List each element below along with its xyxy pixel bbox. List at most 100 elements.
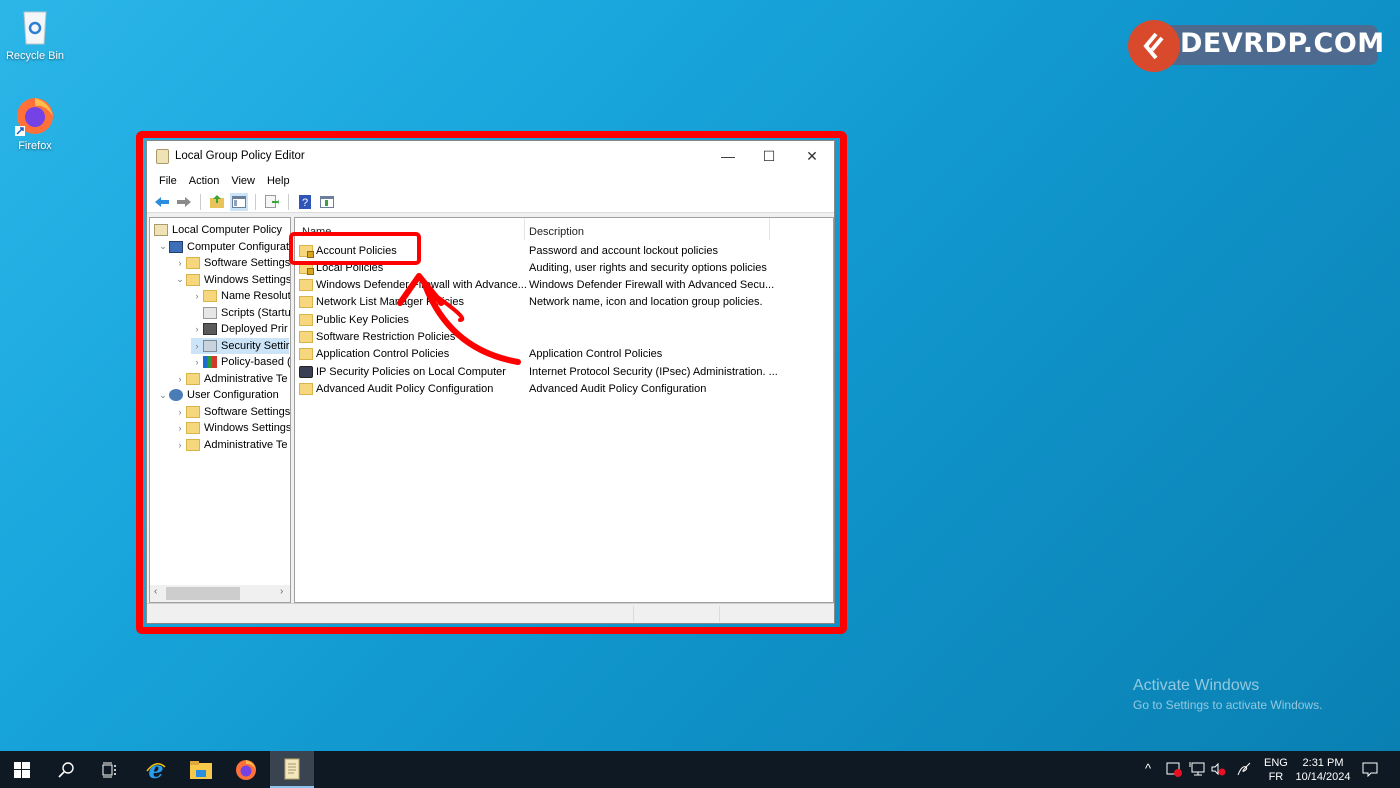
volume-muted-icon (1211, 762, 1226, 776)
up-folder-button[interactable] (208, 193, 226, 211)
expand-chevron-icon[interactable]: › (191, 291, 203, 301)
show-action-pane-button[interactable] (318, 193, 336, 211)
tree-item[interactable]: Scripts (Startu (191, 305, 290, 321)
list-item[interactable]: Network List Manager Policies (299, 294, 464, 311)
up-folder-icon (210, 195, 224, 208)
taskbar-file-explorer[interactable] (179, 751, 223, 788)
item-description: Password and account lockout policies (529, 244, 718, 257)
menu-help[interactable]: Help (261, 175, 296, 187)
forward-button[interactable] (175, 193, 193, 211)
tray-network-icon[interactable] (1189, 761, 1205, 780)
scroll-left-icon[interactable]: ‹ (154, 586, 157, 597)
help-button[interactable]: ? (296, 193, 314, 211)
list-item[interactable]: Windows Defender Firewall with Advance..… (299, 277, 527, 294)
task-view-button[interactable] (88, 751, 132, 788)
list-item[interactable]: IP Security Policies on Local Computer (299, 363, 506, 380)
list-item[interactable]: Software Restriction Policies (299, 329, 455, 346)
collapse-chevron-icon[interactable]: ⌄ (157, 241, 169, 252)
expand-chevron-icon[interactable]: › (174, 374, 186, 384)
clock[interactable]: 2:31 PM 10/14/2024 (1294, 756, 1352, 784)
menu-action[interactable]: Action (183, 175, 226, 187)
list-item[interactable]: Application Control Policies (299, 346, 449, 363)
task-view-icon (102, 762, 116, 777)
expand-chevron-icon[interactable]: › (191, 324, 203, 334)
minimize-icon: — (721, 148, 735, 164)
menu-file[interactable]: File (153, 175, 183, 187)
expand-chevron-icon[interactable]: › (191, 341, 203, 351)
desktop-icon-recycle-bin[interactable]: Recycle Bin (0, 8, 70, 62)
folder-icon (186, 273, 200, 286)
menu-view[interactable]: View (225, 175, 261, 187)
policy-scroll-icon (154, 224, 168, 236)
printer-icon (203, 323, 217, 335)
toolbar: ? (147, 191, 834, 213)
tray-volume-icon[interactable] (1210, 761, 1226, 780)
tree-item[interactable]: › Policy-based ( (191, 354, 290, 370)
show-hide-tree-button[interactable] (230, 192, 248, 211)
tree-item[interactable]: › Administrative Te (174, 371, 288, 387)
tree-item[interactable]: › Administrative Te (174, 437, 288, 453)
expand-chevron-icon[interactable]: › (191, 357, 203, 367)
firefox-icon (236, 759, 256, 780)
defender-alert-icon (1166, 762, 1182, 777)
devrdp-logo-text: DEVRDP.COM (1180, 28, 1385, 59)
tree-item-label: Windows Settings (204, 273, 291, 286)
search-button[interactable] (44, 751, 88, 788)
collapse-chevron-icon[interactable]: ⌄ (157, 390, 169, 401)
tree-horizontal-scrollbar[interactable]: ‹ › (150, 585, 290, 602)
input-language-indicator[interactable]: ENG FR (1264, 756, 1288, 784)
back-button[interactable] (153, 193, 171, 211)
folder-icon (299, 348, 313, 361)
start-button[interactable] (0, 751, 44, 788)
scroll-right-icon[interactable]: › (280, 586, 283, 597)
list-item[interactable]: Advanced Audit Policy Configuration (299, 380, 493, 397)
taskbar-group-policy-editor[interactable] (270, 751, 314, 788)
tree-item[interactable]: ⌄ User Configuration (157, 387, 279, 403)
expand-chevron-icon[interactable]: › (174, 440, 186, 450)
tree-item[interactable]: › Security Settir (191, 337, 290, 354)
expand-chevron-icon[interactable]: › (174, 423, 186, 433)
expand-chevron-icon[interactable]: › (174, 407, 186, 417)
tree-item[interactable]: › Windows Settings (174, 420, 290, 436)
scrollbar-thumb[interactable] (166, 587, 240, 600)
expand-chevron-icon[interactable]: › (174, 258, 186, 268)
close-icon: ✕ (806, 147, 818, 164)
tray-pen-icon[interactable] (1236, 761, 1252, 780)
clock-date: 10/14/2024 (1295, 771, 1351, 783)
column-divider[interactable] (524, 218, 525, 240)
tree-item[interactable]: Local Computer Policy (154, 222, 282, 238)
column-header-description[interactable]: Description (529, 222, 584, 242)
minimize-button[interactable]: — (705, 141, 751, 171)
list-item[interactable]: Public Key Policies (299, 311, 409, 328)
tray-security-icon[interactable] (1166, 761, 1182, 780)
console-tree[interactable]: Local Computer Policy ⌄ Computer Configura… (149, 217, 291, 603)
details-list[interactable]: Name Description Account Policies Passwor… (294, 217, 834, 603)
taskbar-internet-explorer[interactable]: e (134, 751, 178, 788)
folder-icon (186, 257, 200, 269)
collapse-chevron-icon[interactable]: ⌄ (174, 274, 186, 285)
tree-item[interactable]: › Software Settings (174, 404, 290, 420)
close-button[interactable]: ✕ (789, 141, 835, 171)
column-divider[interactable] (769, 218, 770, 240)
export-list-button[interactable] (263, 193, 281, 211)
devrdp-logo-icon (1143, 32, 1164, 60)
activate-subtitle: Go to Settings to activate Windows. (1133, 698, 1323, 712)
tree-item[interactable]: › Name Resolut (191, 288, 290, 304)
taskbar-firefox[interactable] (224, 751, 268, 788)
tree-item-label: Administrative Te (204, 438, 288, 451)
tree-item-label: Deployed Prir (221, 323, 288, 335)
tree-item[interactable]: ⌄ Computer Configurat (157, 239, 289, 255)
action-center-button[interactable] (1362, 761, 1378, 780)
internet-explorer-icon: e (146, 759, 166, 781)
back-icon (155, 196, 169, 207)
taskbar: e ^ ENG FR 2:31 PM 10/14/2024 (0, 751, 1400, 788)
tree-item[interactable]: › Deployed Prir (191, 321, 288, 337)
desktop-icon-firefox[interactable]: Firefox (0, 96, 70, 152)
maximize-button[interactable]: ☐ (746, 141, 792, 171)
item-name: IP Security Policies on Local Computer (316, 365, 506, 378)
tree-item[interactable]: › Software Settings (174, 255, 290, 271)
show-hidden-icons-button[interactable]: ^ (1145, 761, 1151, 776)
user-icon (169, 389, 183, 401)
tree-item[interactable]: ⌄ Windows Settings (174, 272, 291, 288)
title-bar[interactable]: Local Group Policy Editor — ☐ ✕ (147, 141, 834, 171)
